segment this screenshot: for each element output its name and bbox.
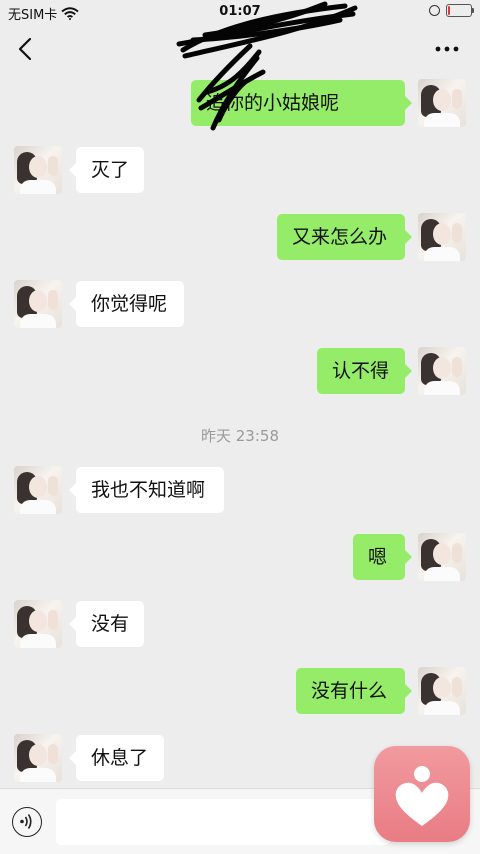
avatar-self[interactable] (418, 213, 466, 261)
heart-person-icon (395, 766, 449, 826)
message-text: 追你的小姑娘呢 (206, 92, 340, 114)
message-text: 我也不知道啊 (91, 479, 206, 501)
message-text: 没有 (91, 613, 130, 635)
message-text: 你觉得呢 (91, 293, 168, 315)
message-text: 认不得 (332, 360, 390, 382)
message-bubble-incoming[interactable]: 休息了 (69, 735, 164, 781)
message-text: 又来怎么办 (292, 226, 388, 248)
message-text: 休息了 (91, 747, 149, 769)
message-text: 灭了 (91, 159, 130, 181)
message-bubble-outgoing[interactable]: 又来怎么办 (277, 214, 412, 260)
message-text: 没有什么 (311, 680, 388, 702)
message-bubble-outgoing[interactable]: 认不得 (317, 348, 412, 394)
avatar-contact[interactable] (14, 146, 62, 194)
chat-timestamp: 昨天 23:58 (201, 427, 279, 445)
message-bubble-outgoing[interactable]: 嗯 (353, 534, 412, 580)
message-text: 嗯 (368, 546, 388, 568)
avatar-contact[interactable] (14, 280, 62, 328)
voice-icon[interactable] (12, 807, 42, 837)
message-bubble-incoming[interactable]: 没有 (69, 601, 144, 647)
message-bubble-incoming[interactable]: 你觉得呢 (69, 281, 184, 327)
message-bubble-incoming[interactable]: 我也不知道啊 (69, 467, 224, 513)
avatar-contact[interactable] (14, 734, 62, 782)
message-bubble-outgoing[interactable]: 追你的小姑娘呢 (191, 80, 412, 126)
avatar-self[interactable] (418, 667, 466, 715)
avatar-self[interactable] (418, 79, 466, 127)
avatar-self[interactable] (418, 347, 466, 395)
message-bubble-outgoing[interactable]: 没有什么 (296, 668, 412, 714)
avatar-self[interactable] (418, 533, 466, 581)
message-bubble-incoming[interactable]: 灭了 (69, 147, 144, 193)
chat-area: 追你的小姑娘呢 灭了 又来怎么办 你觉得呢 认不得 昨天 23:58 我也不知道… (0, 0, 480, 853)
avatar-contact[interactable] (14, 600, 62, 648)
message-input[interactable] (56, 799, 390, 845)
floating-app-button[interactable] (374, 746, 470, 842)
avatar-contact[interactable] (14, 466, 62, 514)
